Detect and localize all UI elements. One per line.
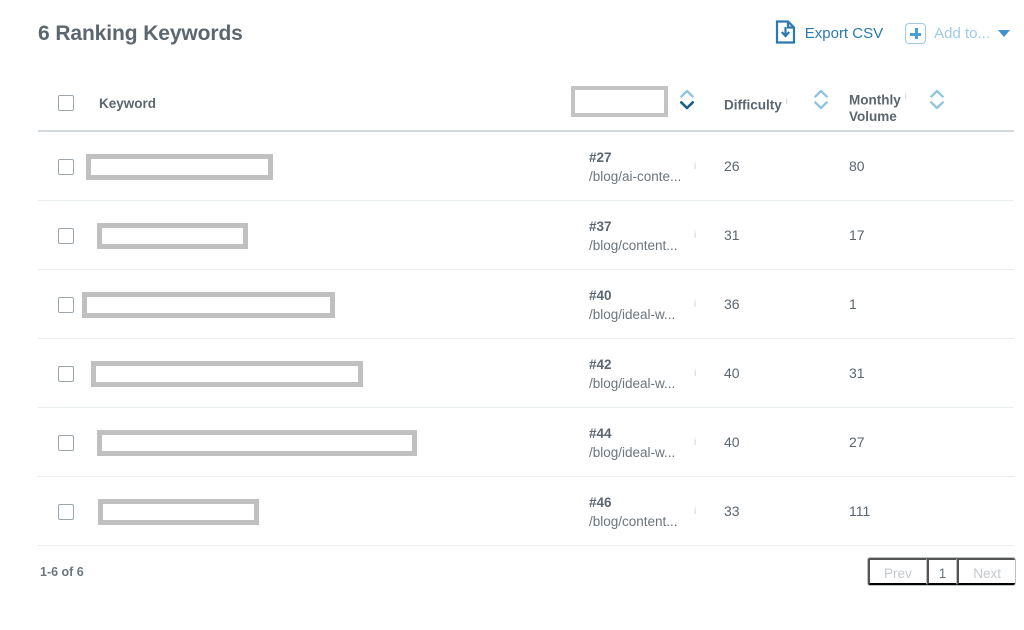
pagination-prev[interactable]: Prev [867, 558, 927, 585]
keyword-redacted-cell [98, 499, 259, 525]
page-title: 6 Ranking Keywords [38, 22, 243, 45]
sort-redacted-column[interactable] [679, 88, 695, 114]
caret-down-icon [998, 30, 1010, 37]
keywords-table: Keyword Difficulty i Monthly i Volume #2… [38, 76, 1016, 598]
monthly-volume-value: 1 [849, 296, 857, 312]
rank-position: #27 [589, 150, 612, 165]
header-actions: Export CSV Add to... [775, 20, 1010, 47]
table-row: #44/blog/ideal-w... i 40 27 [38, 408, 1014, 477]
column-header-difficulty-text: Difficulty [724, 97, 782, 113]
monthly-volume-value: 17 [849, 227, 865, 243]
table-row: #40/blog/ideal-w... i 36 1 [38, 270, 1014, 339]
monthly-volume-value: 111 [849, 503, 871, 519]
pagination: Prev 1 Next [866, 557, 1016, 586]
info-icon-url[interactable]: i [694, 161, 696, 172]
column-header-monthly-volume: Monthly i Volume [849, 88, 911, 125]
export-csv-button[interactable]: Export CSV [775, 20, 883, 47]
chevron-down-icon [814, 101, 828, 110]
info-icon-difficulty[interactable]: i [786, 96, 788, 106]
rank-url-cell: #44/blog/ideal-w... [589, 424, 699, 462]
table-footer: 1-6 of 6 Prev 1 Next [38, 546, 1016, 598]
ranking-url[interactable]: /blog/ai-conte... [589, 167, 699, 186]
download-document-icon [775, 20, 797, 47]
difficulty-value: 40 [724, 365, 740, 381]
keyword-redacted-cell [91, 361, 363, 387]
table-row: #42/blog/ideal-w... i 40 31 [38, 339, 1014, 408]
keyword-redacted-cell [86, 154, 273, 180]
row-checkbox[interactable] [58, 435, 74, 451]
keyword-redacted-cell [97, 430, 417, 456]
keyword-redacted-cell [97, 223, 248, 249]
chevron-up-icon [814, 89, 828, 98]
info-icon-url[interactable]: i [694, 368, 696, 379]
row-checkbox[interactable] [58, 159, 74, 175]
difficulty-value: 33 [724, 503, 740, 519]
select-all-checkbox[interactable] [58, 95, 74, 111]
info-icon-url[interactable]: i [694, 299, 696, 310]
monthly-volume-value: 80 [849, 158, 865, 174]
keyword-redacted-cell [82, 292, 335, 318]
monthly-volume-value: 31 [849, 365, 865, 381]
column-header-redacted [571, 86, 668, 117]
chevron-up-icon [930, 89, 944, 98]
info-icon-monthly-volume[interactable]: i [905, 91, 907, 101]
chevron-up-icon [680, 89, 694, 98]
plus-icon [905, 23, 927, 44]
pagination-page-1[interactable]: 1 [926, 558, 958, 585]
difficulty-value: 31 [724, 227, 740, 243]
ranking-keywords-panel: 6 Ranking Keywords Export CSV Add to... [0, 0, 1024, 630]
export-csv-label: Export CSV [804, 25, 884, 42]
rank-url-cell: #40/blog/ideal-w... [589, 286, 699, 324]
add-to-dropdown[interactable]: Add to... [905, 23, 1010, 44]
pagination-next[interactable]: Next [957, 558, 1015, 585]
monthly-volume-value: 27 [849, 434, 865, 450]
ranking-url[interactable]: /blog/content... [589, 512, 699, 531]
column-header-volume-line2: Volume [849, 108, 897, 124]
table-row: #37/blog/content... i 31 17 [38, 201, 1014, 270]
result-count: 1-6 of 6 [40, 565, 84, 579]
difficulty-value: 26 [724, 158, 740, 174]
ranking-url[interactable]: /blog/content... [589, 236, 699, 255]
column-header-keyword: Keyword [99, 96, 157, 111]
row-checkbox[interactable] [58, 297, 74, 313]
difficulty-value: 36 [724, 296, 740, 312]
sort-difficulty[interactable] [813, 88, 829, 114]
rank-position: #40 [589, 288, 612, 303]
table-header-row: Keyword Difficulty i Monthly i Volume [38, 76, 1014, 132]
info-icon-url[interactable]: i [694, 230, 696, 241]
rank-position: #46 [589, 495, 612, 510]
difficulty-value: 40 [724, 434, 740, 450]
chevron-down-icon [930, 101, 944, 110]
table-row: #46/blog/content... i 33 111 [38, 477, 1014, 546]
ranking-url[interactable]: /blog/ideal-w... [589, 443, 699, 462]
add-to-label: Add to... [934, 25, 990, 42]
rank-url-cell: #27/blog/ai-conte... [589, 148, 699, 186]
rank-url-cell: #42/blog/ideal-w... [589, 355, 699, 393]
row-checkbox[interactable] [58, 504, 74, 520]
rank-url-cell: #46/blog/content... [589, 493, 699, 531]
rank-position: #42 [589, 357, 612, 372]
row-checkbox[interactable] [58, 366, 74, 382]
panel-header: 6 Ranking Keywords Export CSV Add to... [0, 0, 1024, 62]
rank-url-cell: #37/blog/content... [589, 217, 699, 255]
info-icon-url[interactable]: i [694, 506, 696, 517]
chevron-down-icon [680, 101, 694, 110]
info-icon-url[interactable]: i [694, 437, 696, 448]
ranking-url[interactable]: /blog/ideal-w... [589, 374, 699, 393]
row-checkbox[interactable] [58, 228, 74, 244]
rank-position: #44 [589, 426, 612, 441]
table-row: #27/blog/ai-conte... i 26 80 [38, 132, 1014, 201]
sort-monthly-volume[interactable] [929, 88, 945, 114]
table-body: #27/blog/ai-conte... i 26 80 #37/blog/conten… [38, 132, 1014, 546]
ranking-url[interactable]: /blog/ideal-w... [589, 305, 699, 324]
rank-position: #37 [589, 219, 612, 234]
column-header-difficulty: Difficulty i [724, 96, 788, 113]
column-header-volume-line1: Monthly [849, 92, 901, 108]
